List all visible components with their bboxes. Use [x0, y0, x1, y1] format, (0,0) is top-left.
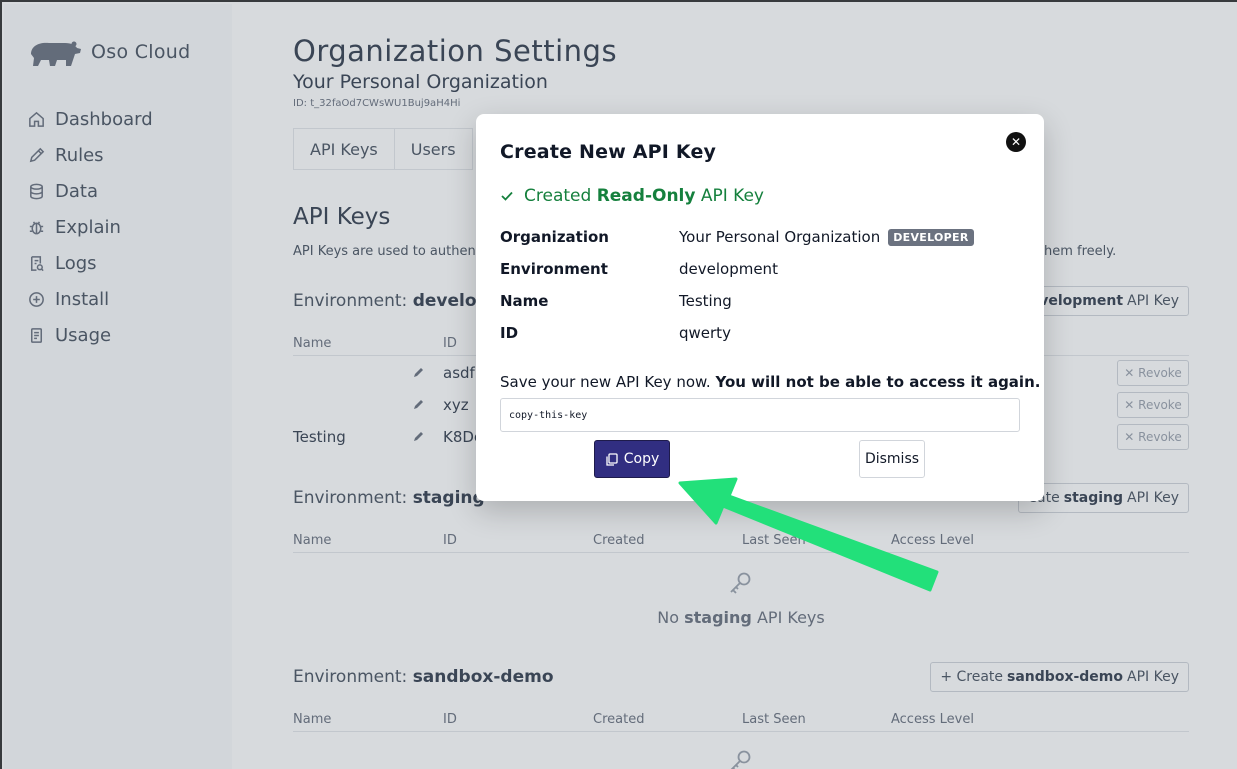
field-value: development [679, 260, 778, 278]
success-post: API Key [700, 186, 764, 206]
field-label: ID [500, 324, 519, 342]
api-key-field[interactable] [500, 398, 1020, 432]
close-icon[interactable]: ✕ [1006, 132, 1026, 152]
dismiss-button[interactable]: Dismiss [859, 440, 925, 478]
field-environment: Environment development [500, 260, 1020, 284]
field-value: Your Personal Organization [679, 228, 881, 246]
save-key-note: Save your new API Key now. You will not … [500, 373, 1040, 391]
modal-title: Create New API Key [500, 141, 717, 163]
create-api-key-modal: Create New API Key ✕ Created Read-Only A… [476, 114, 1044, 501]
success-access-level: Read-Only [596, 186, 696, 206]
tier-badge: DEVELOPER [888, 228, 974, 246]
field-label: Organization [500, 228, 609, 246]
success-pre: Created [524, 186, 592, 206]
field-value: Testing [679, 292, 732, 310]
check-icon [501, 191, 513, 201]
copy-icon [606, 452, 618, 466]
field-id: ID qwerty [500, 324, 1020, 348]
field-value-wrap: Your Personal Organization DEVELOPER [679, 228, 974, 246]
copy-button[interactable]: Copy [594, 440, 670, 478]
field-label: Name [500, 292, 549, 310]
success-message: Created Read-Only API Key [500, 186, 764, 206]
field-organization: Organization Your Personal Organization … [500, 228, 1020, 252]
save-note-text: Save your new API Key now. [500, 373, 711, 391]
copy-label: Copy [623, 451, 660, 467]
field-value: qwerty [679, 324, 731, 342]
field-label: Environment [500, 260, 608, 278]
save-warning-text: You will not be able to access it again. [715, 373, 1041, 391]
field-name: Name Testing [500, 292, 1020, 316]
